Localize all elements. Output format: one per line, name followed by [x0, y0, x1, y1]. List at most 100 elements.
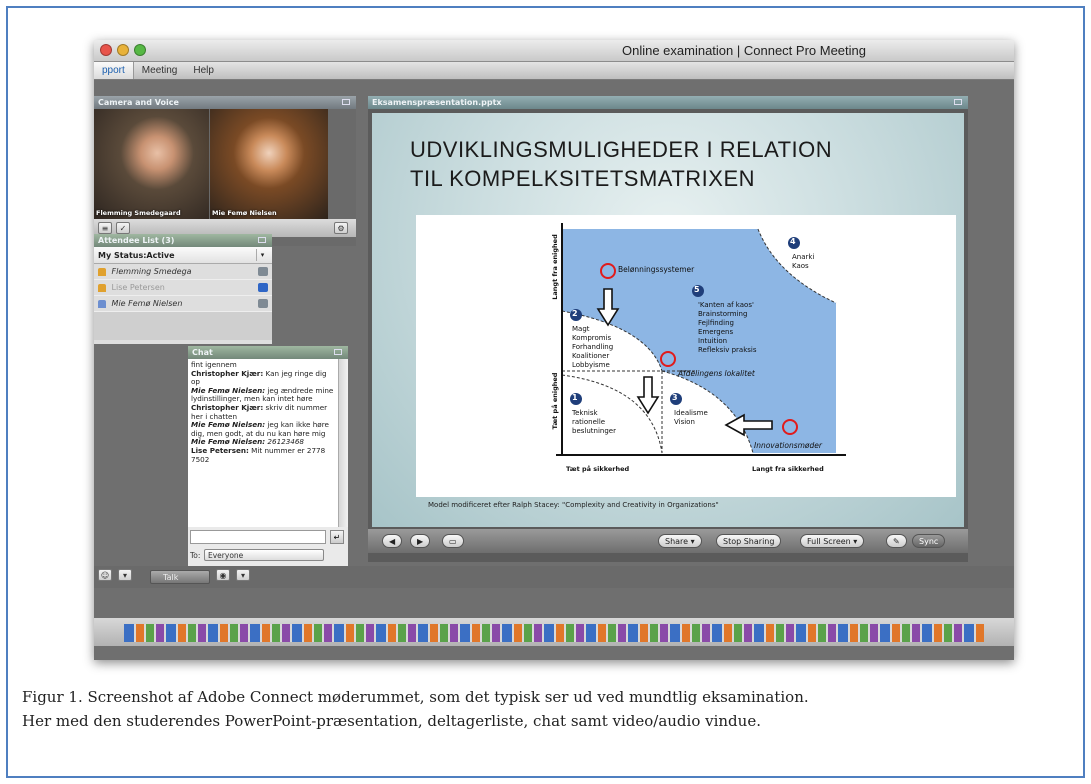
- menu-bar: pport Meeting Help: [94, 62, 1014, 80]
- zone-2-line: Forhandling: [572, 343, 614, 351]
- chevron-down-icon[interactable]: ▾: [256, 249, 268, 261]
- attendee-row[interactable]: Lise Petersen: [94, 280, 272, 296]
- full-screen-label: Full Screen: [807, 537, 851, 546]
- prev-slide-button[interactable]: ◀: [382, 534, 403, 548]
- chat-to-label: To:: [190, 551, 201, 560]
- video-feed-2: Mie Femø Nielsen: [210, 109, 328, 219]
- zone-4-number: 4: [790, 237, 796, 246]
- attendee-name: Flemming Smedega: [111, 267, 192, 276]
- x-axis-left-label: Tæt på sikkerhed: [566, 465, 630, 473]
- window-titlebar: Online examination | Connect Pro Meeting: [94, 40, 1014, 62]
- menu-help[interactable]: Help: [185, 65, 222, 76]
- zone-3-line: Idealisme: [674, 409, 708, 417]
- chat-message: Mie Femø Nielsen: jeg ændrede mine lydin…: [191, 386, 335, 404]
- mac-dock: [94, 618, 1014, 646]
- sync-button[interactable]: Sync: [912, 534, 946, 548]
- attendee-name: Lise Petersen: [111, 283, 165, 292]
- zone-5-line: Fejlfinding: [698, 319, 734, 327]
- next-slide-button[interactable]: ▶: [410, 534, 431, 548]
- zone-3-text: Idealisme Vision: [674, 409, 708, 427]
- pod-minimize-icon[interactable]: [342, 99, 350, 105]
- sync-label: Sync: [919, 537, 939, 546]
- slide-view-icon[interactable]: ▭: [442, 534, 464, 548]
- zone-5-line: Intuition: [698, 337, 728, 345]
- chat-recipient-select[interactable]: Everyone: [204, 549, 324, 561]
- attendee-row[interactable]: Mie Femø Nielsen: [94, 296, 272, 312]
- camera-pod-title: Camera and Voice: [98, 98, 179, 107]
- y-axis-top-label: Langt fra enighed: [551, 234, 559, 300]
- camera-voice-pod: Camera and Voice Flemming Smedegaard Mie…: [94, 96, 356, 246]
- my-status-label: My Status:Active: [98, 251, 175, 260]
- figure-frame: Online examination | Connect Pro Meeting…: [6, 6, 1085, 778]
- draw-tools-icon[interactable]: ✎: [886, 534, 907, 548]
- chevron-down-icon[interactable]: ▾: [236, 569, 250, 581]
- label-innovation: Innovationsmøder: [754, 441, 822, 450]
- zone-1-line: beslutninger: [572, 427, 616, 435]
- dock-app-icons[interactable]: [124, 624, 984, 642]
- camera-menu-button[interactable]: ≡: [98, 222, 112, 234]
- zone-1-number: 1: [572, 393, 578, 402]
- speaker-icon: [258, 267, 268, 276]
- zone-2-line: Koalitioner: [572, 352, 610, 360]
- speaker-icon[interactable]: ◉: [216, 569, 230, 581]
- video-feed-1: Flemming Smedegaard: [94, 109, 209, 219]
- status-menu-icon[interactable]: ☺: [98, 569, 112, 581]
- talk-label: Talk: [163, 573, 179, 582]
- share-pod-title: Eksamenspræsentation.pptx: [372, 98, 502, 107]
- chat-message: Lise Petersen: Mit nummer er 2778 7502: [191, 446, 335, 464]
- my-status-dropdown[interactable]: My Status:Active ▾: [94, 247, 272, 264]
- pod-minimize-icon[interactable]: [334, 349, 342, 355]
- chat-pod: Chat fint igennem Christopher Kjær: Kan …: [188, 346, 348, 566]
- chat-message: Christopher Kjær: skriv dit nummer her i…: [191, 403, 335, 421]
- pod-minimize-icon[interactable]: [258, 237, 266, 243]
- slide-title-line-1: UDVIKLINGSMULIGHEDER I RELATION: [410, 137, 833, 162]
- chat-scrollbar[interactable]: [338, 359, 348, 527]
- talk-button[interactable]: Talk: [150, 570, 210, 584]
- zone-4-text: Anarki Kaos: [792, 253, 814, 271]
- attendee-pod-header: Attendee List (3): [94, 234, 272, 247]
- webcam-icon: [258, 283, 268, 292]
- chat-sender: Christopher Kjær:: [191, 368, 264, 378]
- share-button[interactable]: Share ▾: [658, 534, 702, 548]
- chat-input[interactable]: [190, 530, 326, 544]
- complexity-matrix: 2 1 3 5 4 Magt Kompromis Forhandling Koa…: [416, 215, 956, 497]
- slide-caption: Model modificeret efter Ralph Stacey: "C…: [428, 501, 719, 509]
- zone-4-line: Kaos: [792, 262, 809, 270]
- connect-screenshot: Online examination | Connect Pro Meeting…: [94, 40, 1014, 660]
- stop-sharing-button[interactable]: Stop Sharing: [716, 534, 782, 548]
- camera-options-icon[interactable]: ⚙: [334, 222, 348, 234]
- zone-2-line: Magt: [572, 325, 590, 333]
- full-screen-button[interactable]: Full Screen ▾: [800, 534, 865, 548]
- zone-1-line: Teknisk: [572, 409, 598, 417]
- figure-caption-line-1: Figur 1. Screenshot af Adobe Connect mød…: [22, 688, 809, 706]
- video-label-2: Mie Femø Nielsen: [212, 209, 277, 217]
- chat-history: fint igennem Christopher Kjær: Kan jeg r…: [188, 359, 338, 527]
- attendee-list-empty: [94, 312, 272, 340]
- chevron-down-icon[interactable]: ▾: [118, 569, 132, 581]
- figure-caption-line-2: Her med den studerendes PowerPoint-præse…: [22, 712, 761, 730]
- matrix-diagram: [556, 223, 846, 456]
- share-controls: ◀ ▶ ▭ Share ▾ Stop Sharing Full Screen ▾…: [368, 529, 968, 553]
- zone-3-number: 3: [672, 393, 678, 402]
- zone-5-line: Emergens: [698, 328, 734, 336]
- zone-2-line: Kompromis: [572, 334, 612, 342]
- video-label-1: Flemming Smedegaard: [96, 209, 181, 217]
- speaker-icon: [258, 299, 268, 308]
- send-message-button[interactable]: ↵: [330, 530, 344, 544]
- menu-support[interactable]: pport: [94, 62, 134, 79]
- attendee-pod-title: Attendee List (3): [98, 236, 175, 245]
- zone-5-line: Refleksiv praksis: [698, 346, 757, 354]
- figure-caption: Figur 1. Screenshot af Adobe Connect mød…: [22, 685, 1082, 733]
- participant-person-icon: [98, 299, 106, 308]
- attendee-row[interactable]: Flemming Smedega: [94, 264, 272, 280]
- label-beloenning: Belønningssystemer: [618, 265, 695, 274]
- menu-meeting[interactable]: Meeting: [134, 65, 186, 76]
- window-title: Online examination | Connect Pro Meeting: [621, 43, 866, 58]
- pod-minimize-icon[interactable]: [954, 99, 962, 105]
- bottom-toolbar: ☺ ▾ Talk ◉ ▾: [94, 566, 1014, 588]
- stop-sharing-label: Stop Sharing: [723, 537, 775, 546]
- zone-2-text: Magt Kompromis Forhandling Koalitioner L…: [572, 325, 613, 370]
- slide: UDVIKLINGSMULIGHEDER I RELATION TIL KOMP…: [372, 113, 964, 527]
- camera-toggle-button[interactable]: ✓: [116, 222, 130, 234]
- chat-pod-header: Chat: [188, 346, 348, 359]
